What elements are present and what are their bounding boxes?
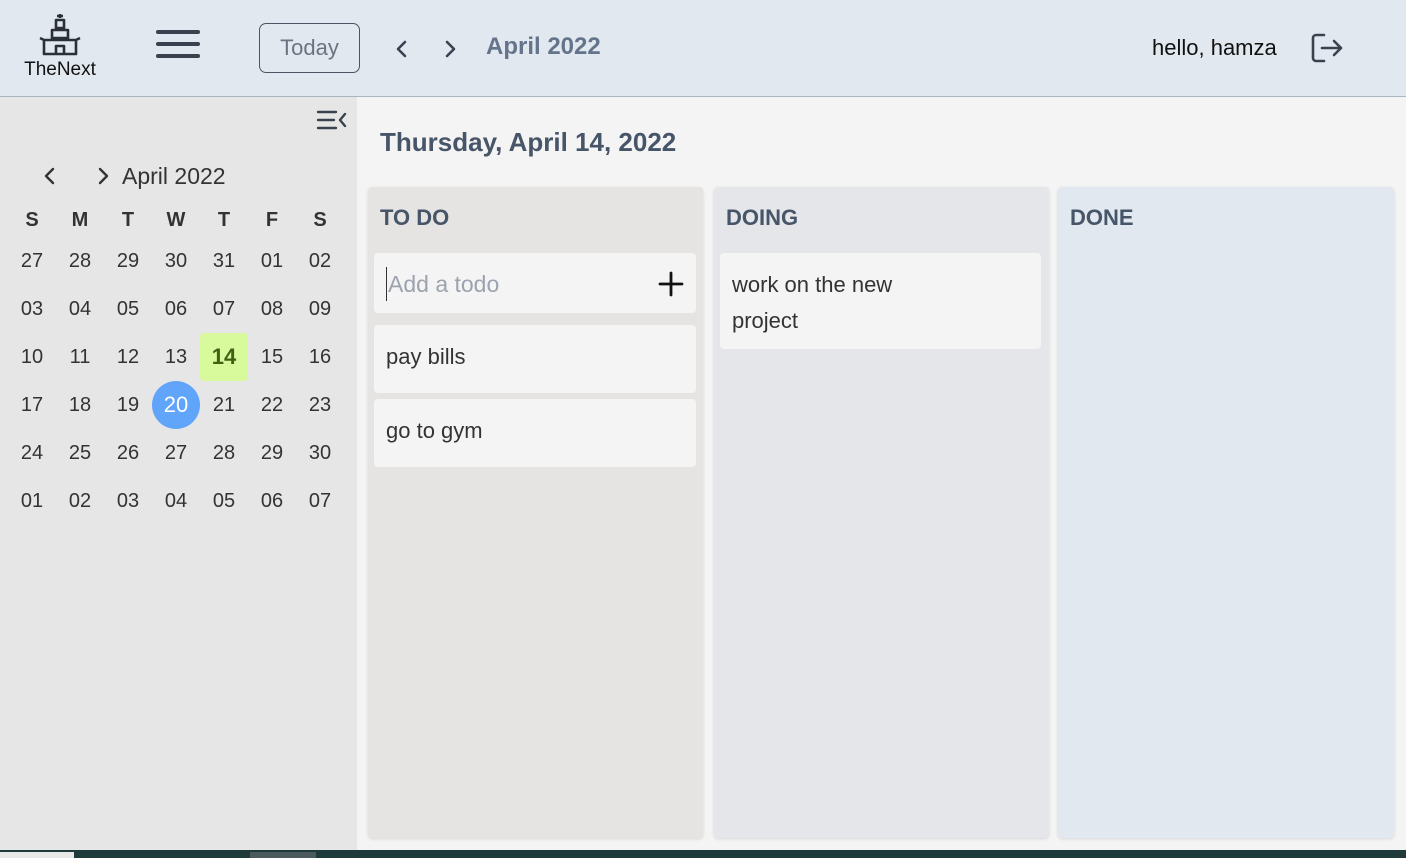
day-cell[interactable]: 13 [152,333,200,381]
weekday-label: W [166,209,186,231]
weekday-label: S [25,209,39,231]
todo-card[interactable]: pay bills [374,325,696,393]
collapse-sidebar-icon[interactable] [316,109,348,131]
day-cell[interactable]: 01 [8,477,56,525]
day-cell[interactable]: 10 [8,333,56,381]
day-cell[interactable]: 08 [248,285,296,333]
day-cell[interactable]: 30 [152,237,200,285]
today-day-cell[interactable]: 20 [152,381,200,429]
logout-icon[interactable] [1310,32,1344,64]
logo-text: TheNext [24,59,96,80]
day-cell[interactable]: 09 [296,285,344,333]
day-cell[interactable]: 18 [56,381,104,429]
day-cell[interactable]: 06 [248,477,296,525]
sidebar: April 2022 SMTWTFS 27 28 29 30 31 01 02 03 04 05 0… [0,97,357,850]
mini-calendar-month-label: April 2022 [122,163,226,189]
day-cell[interactable]: 06 [152,285,200,333]
day-cell[interactable]: 17 [8,381,56,429]
day-cell[interactable]: 03 [8,285,56,333]
weekday-label: S [313,209,327,231]
day-cell[interactable]: 31 [200,237,248,285]
day-cell[interactable]: 24 [8,429,56,477]
day-cell[interactable]: 21 [200,381,248,429]
day-cell[interactable]: 16 [296,333,344,381]
selected-date-heading: Thursday, April 14, 2022 [380,127,677,157]
day-cell[interactable]: 01 [248,237,296,285]
add-todo-input[interactable] [386,267,636,301]
column-title: DONE [1070,205,1134,230]
column-todo: TO DO pay bills go to gym [368,187,703,838]
column-title: DOING [726,205,799,230]
weekday-header: SMTWTFS [8,209,344,232]
day-cell[interactable]: 28 [56,237,104,285]
day-cell[interactable]: 30 [296,429,344,477]
app-logo[interactable]: TheNext [18,12,102,84]
day-cell[interactable]: 15 [248,333,296,381]
doing-card[interactable]: work on the new project [720,253,1041,349]
day-cell[interactable]: 27 [152,429,200,477]
mini-calendar-prev-icon[interactable] [40,164,60,188]
day-cell[interactable]: 07 [296,477,344,525]
day-cell[interactable]: 07 [200,285,248,333]
day-cell[interactable]: 29 [104,237,152,285]
day-cell[interactable]: 22 [248,381,296,429]
hamburger-menu-icon[interactable] [156,30,200,64]
weekday-label: T [121,209,135,231]
user-greeting: hello, hamza [1152,35,1277,60]
weekday-label: F [265,209,279,231]
day-cell[interactable]: 04 [56,285,104,333]
column-done: DONE [1058,187,1394,838]
day-cell[interactable]: 12 [104,333,152,381]
chevron-right-icon[interactable] [439,34,461,64]
header-month-label: April 2022 [486,33,601,60]
day-cell[interactable]: 05 [200,477,248,525]
plus-icon[interactable] [656,269,686,299]
column-title: TO DO [380,205,450,230]
day-cell[interactable]: 28 [200,429,248,477]
app-header: TheNext Today April 2022 hello, hamza [0,0,1406,97]
day-cell[interactable]: 29 [248,429,296,477]
column-doing: DOING work on the new project [714,187,1049,838]
day-number: 20 [152,381,200,429]
weekday-label: M [71,209,89,231]
day-cell[interactable]: 02 [56,477,104,525]
day-cell[interactable]: 05 [104,285,152,333]
day-cell[interactable]: 26 [104,429,152,477]
bottom-taskbar-strip [0,850,1406,858]
mini-calendar-next-icon[interactable] [93,164,113,188]
selected-day-cell[interactable]: 14 [200,333,248,381]
today-button[interactable]: Today [259,23,360,73]
day-cell[interactable]: 02 [296,237,344,285]
day-cell[interactable]: 03 [104,477,152,525]
chevron-left-icon[interactable] [391,34,413,64]
day-cell[interactable]: 27 [8,237,56,285]
day-cell[interactable]: 04 [152,477,200,525]
weekday-label: T [217,209,231,231]
todo-card[interactable]: go to gym [374,399,696,467]
day-cell[interactable]: 11 [56,333,104,381]
mini-calendar-days: 27 28 29 30 31 01 02 03 04 05 06 07 08 09 10 11 12 13 14 15… [8,237,344,525]
add-todo-box [374,253,696,313]
day-cell[interactable]: 23 [296,381,344,429]
day-cell[interactable]: 25 [56,429,104,477]
day-cell[interactable]: 19 [104,381,152,429]
castle-logo-icon [39,14,81,56]
